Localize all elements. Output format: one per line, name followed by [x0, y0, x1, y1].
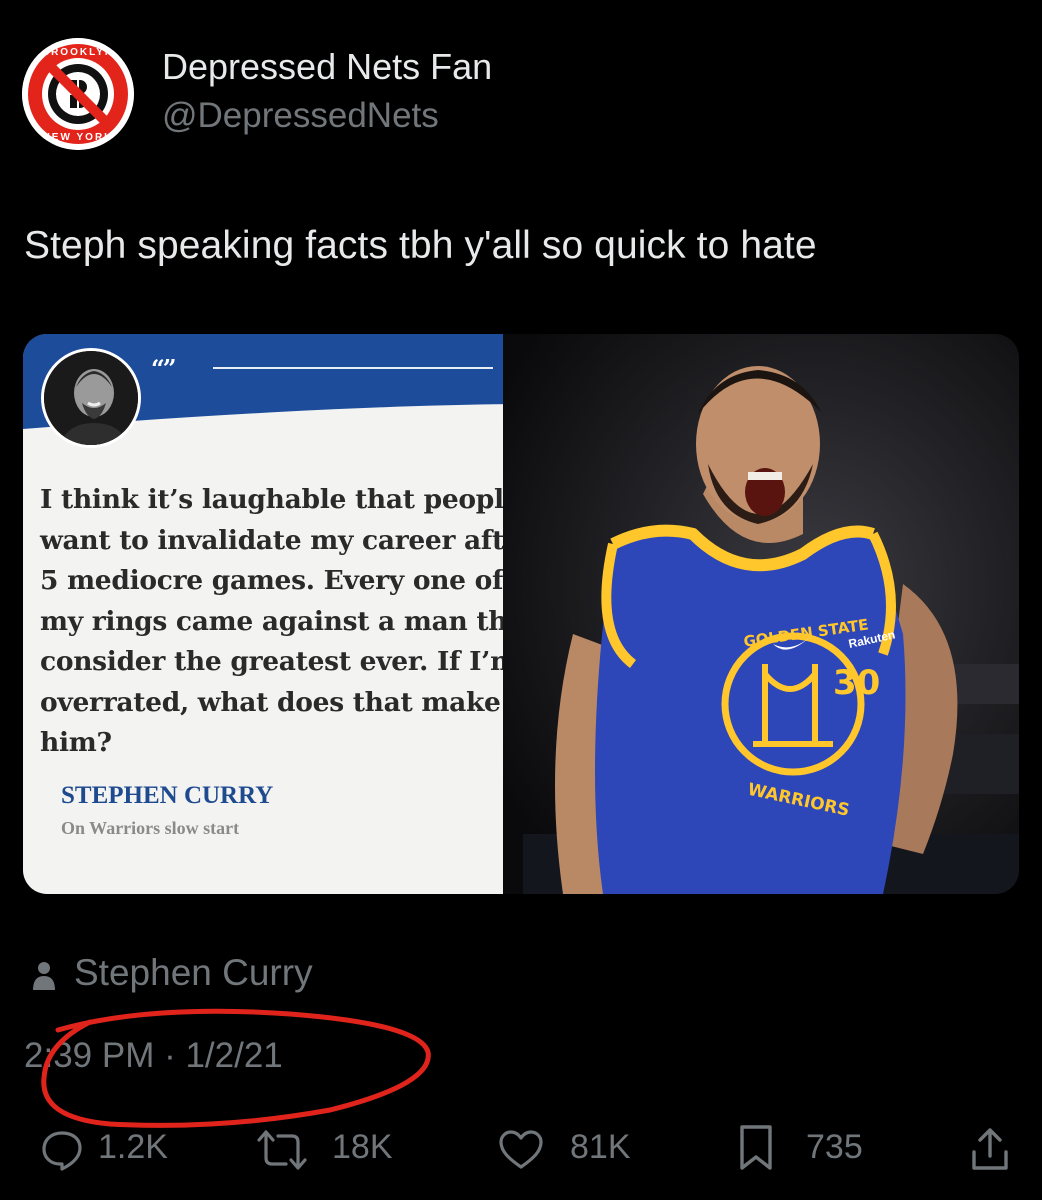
- tweet-actions: 1.2K 18K 81K 735: [0, 1118, 1042, 1178]
- share-button[interactable]: [968, 1118, 1018, 1178]
- tweet-media[interactable]: “” I think it’s laughable that people wa…: [23, 334, 1019, 894]
- quote-divider: [213, 367, 493, 369]
- person-icon: [33, 962, 55, 990]
- user-handle[interactable]: @DepressedNets: [162, 96, 439, 136]
- share-icon: [972, 1128, 1008, 1170]
- quote-speaker-avatar: [41, 348, 141, 448]
- avatar[interactable]: BROOKLYN NEW YORK: [22, 38, 134, 150]
- quote-author: STEPHEN CURRY: [61, 782, 274, 809]
- svg-text:NEW YORK: NEW YORK: [43, 132, 114, 143]
- quote-text: I think it’s laughable that people want …: [40, 484, 539, 758]
- reply-icon: [42, 1131, 82, 1171]
- retweet-icon: [257, 1130, 307, 1170]
- tagged-person-name[interactable]: Stephen Curry: [74, 952, 313, 994]
- quote-mark-icon: “”: [151, 354, 177, 383]
- reply-button[interactable]: 1.2K: [40, 1118, 180, 1178]
- display-name[interactable]: Depressed Nets Fan: [162, 46, 492, 88]
- nets-logo-icon: BROOKLYN NEW YORK: [22, 38, 134, 150]
- reply-count: 1.2K: [98, 1128, 168, 1166]
- retweet-button[interactable]: 18K: [256, 1118, 406, 1178]
- svg-text:BROOKLYN: BROOKLYN: [42, 47, 114, 58]
- like-count: 81K: [570, 1128, 631, 1166]
- player-photo: 30 GOLDEN STATE WARRIORS Rakuten: [503, 334, 1019, 894]
- bookmark-icon: [740, 1125, 772, 1170]
- quote-subtitle: On Warriors slow start: [61, 818, 240, 838]
- bookmark-button[interactable]: 735: [736, 1118, 886, 1178]
- tweet-timestamp[interactable]: 2:39 PM · 1/2/21: [24, 1036, 283, 1076]
- like-button[interactable]: 81K: [498, 1118, 648, 1178]
- bookmark-count: 735: [806, 1128, 863, 1166]
- retweet-count: 18K: [332, 1128, 393, 1166]
- svg-text:30: 30: [833, 663, 880, 703]
- tweet-header: BROOKLYN NEW YORK Depressed Nets Fan @De…: [22, 38, 1022, 150]
- tweet-text: Steph speaking facts tbh y'all so quick …: [24, 224, 817, 267]
- heart-icon: [499, 1130, 543, 1169]
